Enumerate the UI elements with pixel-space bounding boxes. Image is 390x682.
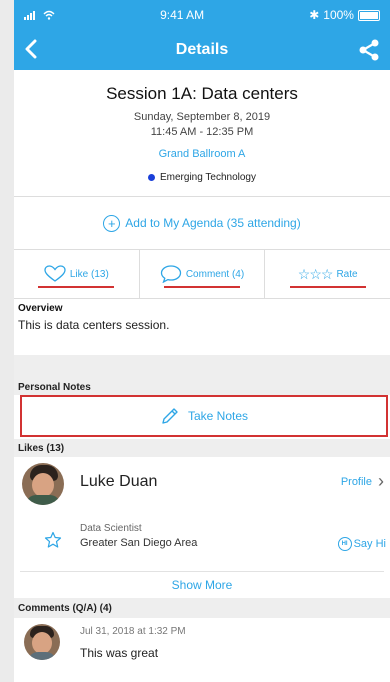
chevron-right-icon: › bbox=[378, 471, 384, 491]
avatar-body bbox=[28, 652, 56, 660]
battery-icon bbox=[357, 9, 380, 21]
screen-frame: 9:41 AM ✱ 100% Details Session 1A: Data … bbox=[0, 0, 390, 682]
comments-heading: Comments (Q/A) (4) bbox=[14, 598, 390, 618]
status-time: 9:41 AM bbox=[160, 8, 205, 22]
session-header: Session 1A: Data centers Sunday, Septemb… bbox=[14, 70, 390, 183]
take-notes-button[interactable]: Take Notes bbox=[20, 395, 388, 437]
nav-bar: Details bbox=[14, 30, 390, 70]
track-dot-icon bbox=[148, 174, 155, 181]
share-icon[interactable] bbox=[350, 39, 380, 61]
like-label: Like (13) bbox=[69, 268, 109, 280]
overview-section: Overview This is data centers session. bbox=[14, 299, 390, 355]
comment-item: Jul 31, 2018 at 1:32 PM This was great bbox=[14, 618, 390, 678]
comment-timestamp: Jul 31, 2018 at 1:32 PM bbox=[80, 626, 186, 637]
liker-name[interactable]: Luke Duan bbox=[80, 473, 157, 491]
profile-link[interactable]: Profile › bbox=[341, 471, 384, 492]
rate-button[interactable]: ☆☆☆ Rate bbox=[265, 250, 390, 298]
speech-bubble-icon bbox=[160, 265, 181, 283]
page-title: Details bbox=[175, 41, 229, 58]
add-to-agenda-button[interactable]: + Add to My Agenda (35 attending) bbox=[14, 196, 390, 250]
like-underline bbox=[38, 286, 115, 288]
session-date: Sunday, September 8, 2019 bbox=[133, 111, 271, 123]
take-notes-label: Take Notes bbox=[187, 409, 249, 423]
status-bar: 9:41 AM ✱ 100% bbox=[14, 0, 390, 30]
heart-icon bbox=[44, 265, 66, 282]
avatar-body bbox=[26, 495, 60, 505]
comment-button[interactable]: Comment (4) bbox=[140, 250, 266, 298]
profile-label: Profile bbox=[340, 475, 372, 488]
comment-underline bbox=[164, 286, 240, 288]
avatar[interactable] bbox=[22, 463, 64, 505]
session-time: 11:45 AM - 12:35 PM bbox=[150, 126, 254, 138]
rate-label: Rate bbox=[336, 268, 358, 280]
add-to-agenda-label: Add to My Agenda (35 attending) bbox=[125, 216, 301, 230]
pencil-icon bbox=[162, 408, 178, 424]
show-more-button[interactable]: Show More bbox=[20, 571, 384, 598]
bluetooth-icon: ✱ bbox=[309, 8, 320, 22]
star-icon[interactable] bbox=[44, 531, 62, 554]
like-button[interactable]: Like (13) bbox=[14, 250, 140, 298]
rate-stars-icon: ☆☆☆ bbox=[297, 265, 334, 282]
track-label: Emerging Technology bbox=[160, 172, 256, 183]
avatar-face bbox=[32, 632, 52, 654]
liker-job-title: Data Scientist bbox=[80, 523, 142, 534]
rate-underline bbox=[289, 286, 366, 288]
phone-screen: 9:41 AM ✱ 100% Details Session 1A: Data … bbox=[14, 0, 390, 682]
say-hi-icon: HI bbox=[337, 537, 352, 551]
overview-text: This is data centers session. bbox=[18, 318, 170, 332]
session-track: Emerging Technology bbox=[14, 172, 390, 183]
liker-location: Greater San Diego Area bbox=[80, 537, 198, 549]
avatar-face bbox=[32, 473, 54, 497]
wifi-icon bbox=[43, 10, 55, 20]
plus-circle-icon: + bbox=[103, 214, 121, 232]
session-title: Session 1A: Data centers bbox=[106, 84, 298, 103]
overview-heading: Overview bbox=[18, 303, 63, 314]
say-hi-label: Say Hi bbox=[353, 538, 386, 550]
likes-heading: Likes (13) bbox=[14, 439, 390, 457]
comment-label: Comment (4) bbox=[185, 268, 245, 280]
chevron-left-icon[interactable] bbox=[24, 37, 54, 63]
say-hi-button[interactable]: HI Say Hi bbox=[337, 537, 386, 551]
section-spacer bbox=[14, 355, 390, 379]
status-right: ✱ 100% bbox=[309, 8, 380, 22]
status-left bbox=[24, 10, 55, 20]
session-room-link[interactable]: Grand Ballroom A bbox=[14, 148, 390, 160]
battery-percent: 100% bbox=[323, 8, 354, 22]
avatar[interactable] bbox=[24, 624, 60, 660]
comment-text: This was great bbox=[80, 646, 159, 660]
signal-icon bbox=[24, 10, 35, 20]
liker-row[interactable]: Luke Duan Profile › Data Scientist Great… bbox=[14, 457, 390, 561]
personal-notes-heading: Personal Notes bbox=[14, 379, 390, 395]
action-bar: Like (13) Comment (4) ☆☆☆ Rate bbox=[14, 250, 390, 299]
